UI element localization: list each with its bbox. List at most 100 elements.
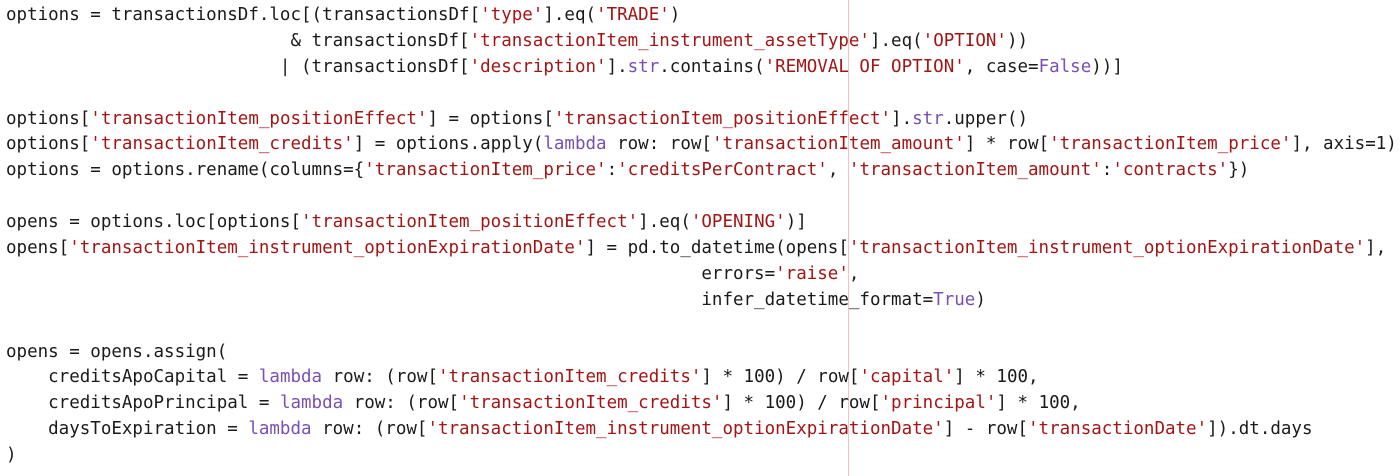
string-literal: 'transactionItem_positionEffect': [301, 212, 639, 233]
code-line: opens = opens.assign(: [6, 340, 1397, 366]
code-text: creditsApoCapital =: [6, 367, 259, 388]
code-text: .upper(): [943, 108, 1029, 129]
keyword: lambda: [279, 393, 344, 414]
string-literal: 'capital': [859, 367, 955, 388]
string-literal: 'transactionItem_credits': [459, 393, 723, 414]
string-literal: 'OPTION': [922, 30, 1007, 51]
code-text: row: (row[: [311, 419, 428, 440]
string-literal: 'contracts': [1112, 160, 1229, 181]
string-literal: 'transactionItem_amount': [848, 160, 1102, 181]
keyword: lambda: [258, 367, 323, 388]
code-line: creditsApoCapital = lambda row: (row['tr…: [6, 365, 1397, 391]
code-text: & transactionsDf[: [6, 30, 470, 51]
string-literal: 'transactionItem_positionEffect': [90, 108, 428, 129]
code-text: ]).dt.days: [1207, 419, 1313, 440]
code-text: ],: [1365, 238, 1387, 259]
code-line: & transactionsDf['transactionItem_instru…: [6, 29, 1397, 55]
string-literal: 'creditsPerContract': [617, 160, 828, 181]
string-literal: 'description': [469, 56, 607, 77]
string-literal: 'transactionItem_instrument_optionExpira…: [427, 419, 944, 440]
string-literal: 'transactionItem_instrument_optionExpira…: [69, 238, 586, 259]
code-line: errors='raise',: [6, 262, 1397, 288]
code-text: row: row[: [606, 134, 712, 155]
code-line: | (transactionsDf['description'].str.con…: [6, 55, 1397, 81]
code-text: )): [1006, 30, 1029, 51]
code-text: daysToExpiration =: [6, 419, 249, 440]
string-literal: 'TRADE': [596, 5, 670, 25]
code-text: opens = opens.assign(: [6, 341, 228, 362]
code-text: ,: [827, 160, 849, 181]
code-text: .contains(: [659, 56, 765, 77]
string-literal: 'transactionItem_amount': [711, 134, 965, 155]
code-text: ].: [606, 56, 628, 77]
code-text: options = transactionsDf.loc[(transactio…: [6, 5, 481, 25]
keyword: True: [933, 289, 976, 310]
keyword: False: [1038, 56, 1092, 77]
code-line: ): [6, 443, 1397, 469]
code-editor[interactable]: options = transactionsDf.loc[(transactio…: [0, 0, 1400, 476]
string-literal: 'transactionItem_credits': [90, 134, 354, 155]
code-line: options = transactionsDf.loc[(transactio…: [6, 3, 1397, 29]
code-text: ] - row[: [943, 419, 1029, 440]
code-text: ] * row[: [964, 134, 1050, 155]
code-text: ] * 100) / row[: [701, 367, 860, 388]
code-text: ] * 100,: [954, 367, 1039, 388]
code-text: options[: [6, 108, 91, 129]
code-text: )]: [785, 212, 807, 233]
code-text: ] * 100,: [996, 393, 1081, 414]
code-text: :: [606, 160, 618, 181]
code-text: ].eq(: [543, 5, 597, 25]
code-line: creditsApoPrincipal = lambda row: (row['…: [6, 391, 1397, 417]
string-literal: 'transactionItem_positionEffect': [553, 108, 892, 129]
code-text: infer_datetime_format=: [6, 289, 934, 310]
code-line: options['transactionItem_credits'] = opt…: [6, 132, 1397, 158]
keyword: str: [912, 108, 944, 129]
code-line: opens = options.loc[options['transaction…: [6, 210, 1397, 236]
string-literal: 'transactionItem_instrument_assetType': [469, 30, 870, 51]
keyword: lambda: [543, 134, 607, 155]
string-literal: 'type': [480, 5, 544, 25]
code-text: ] = options[: [427, 108, 554, 129]
code-text: opens[: [6, 238, 70, 259]
code-text: ): [6, 445, 17, 466]
code-text: errors=: [6, 263, 776, 284]
keyword: lambda: [248, 419, 312, 440]
keyword: str: [627, 56, 660, 77]
code-text: ].eq(: [638, 212, 691, 233]
code-text: , case=: [964, 56, 1039, 77]
code-line: options['transactionItem_positionEffect'…: [6, 107, 1397, 133]
string-literal: 'raise': [775, 263, 849, 284]
code-text: }): [1228, 160, 1250, 181]
code-text: ] * 100) / row[: [722, 393, 881, 414]
code-text: ] = options.apply(: [353, 134, 544, 155]
string-literal: 'transactionDate': [1028, 419, 1208, 440]
string-literal: 'transactionItem_credits': [438, 367, 702, 388]
code-text: :: [1101, 160, 1113, 181]
code-text: ], axis=1): [1291, 134, 1397, 155]
code-text: row: (row[: [322, 367, 438, 388]
code-text: ,: [848, 263, 860, 284]
code-text: | (transactionsDf[: [6, 56, 470, 77]
string-literal: 'OPENING': [690, 212, 786, 233]
code-text: ): [975, 289, 986, 310]
string-literal: 'transactionItem_instrument_optionExpira…: [848, 238, 1366, 259]
code-text: ] = pd.to_datetime(opens[: [585, 238, 849, 259]
code-text: options[: [6, 134, 91, 155]
code-text: options = options.rename(columns={: [6, 160, 365, 181]
code-text: row: (row[: [343, 393, 460, 414]
string-literal: 'transactionItem_price': [364, 160, 607, 181]
string-literal: 'transactionItem_price': [1049, 134, 1292, 155]
code-block[interactable]: options = transactionsDf.loc[(transactio…: [6, 3, 1397, 469]
string-literal: 'principal': [880, 393, 997, 414]
code-line: infer_datetime_format=True): [6, 288, 1397, 314]
code-line: options = options.rename(columns={'trans…: [6, 158, 1397, 184]
code-text: ): [669, 5, 681, 25]
code-line: opens['transactionItem_instrument_option…: [6, 236, 1397, 262]
code-line: daysToExpiration = lambda row: (row['tra…: [6, 417, 1397, 443]
code-text: ].: [891, 108, 913, 129]
code-text: creditsApoPrincipal =: [6, 393, 280, 414]
code-text: ].eq(: [869, 30, 923, 51]
